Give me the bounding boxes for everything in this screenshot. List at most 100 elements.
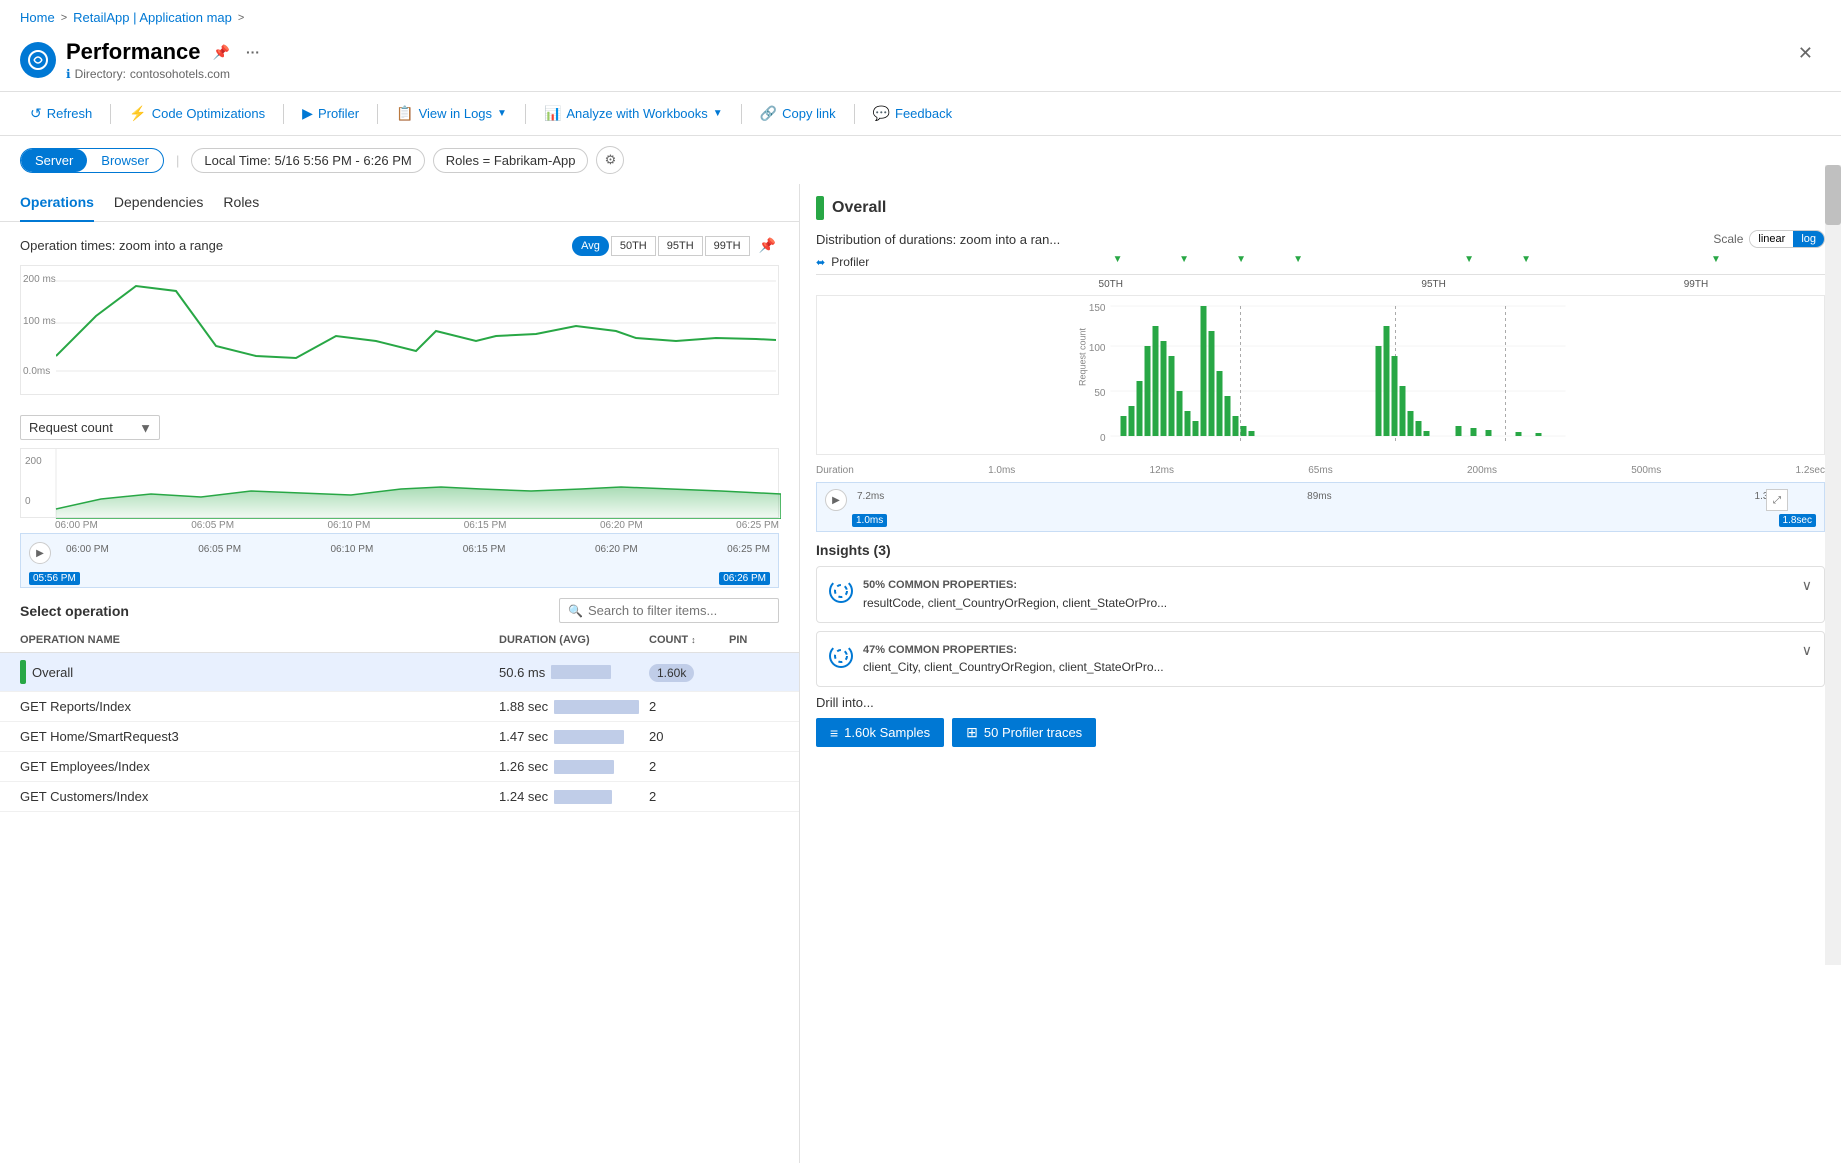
tab-roles[interactable]: Roles (223, 184, 259, 222)
p95-marker: 95TH (1421, 279, 1445, 290)
profiler-button[interactable]: ▶ Profiler (292, 100, 369, 127)
p50-btn[interactable]: 50TH (611, 236, 656, 256)
scrollbar-thumb[interactable] (1825, 165, 1841, 225)
histogram-chart: 150 100 50 0 Request count (816, 295, 1825, 455)
header-title-group: Performance 📌 ··· ℹ Directory: contosoho… (66, 39, 264, 81)
pin-icon[interactable]: 📌 (209, 40, 234, 65)
profiler-marker-7: ▼ (1711, 254, 1721, 265)
profiler-marker-6: ▼ (1521, 254, 1531, 265)
dist-title: Distribution of durations: zoom into a r… (816, 232, 1060, 247)
breadcrumb-home[interactable]: Home (20, 10, 55, 25)
header-left: Performance 📌 ··· ℹ Directory: contosoho… (20, 39, 1790, 81)
operations-tabs: Operations Dependencies Roles (0, 184, 799, 222)
dist-scrubber-time-1: 89ms (1307, 491, 1331, 502)
server-toggle-btn[interactable]: Server (21, 149, 87, 172)
dist-scrubber[interactable]: ▶ 7.2ms 89ms 1.3sec ⤢ 1.0ms 1.8sec (816, 482, 1825, 532)
duration-text-employees: 1.26 sec (499, 759, 548, 774)
samples-icon: ≡ (830, 725, 838, 741)
app-icon (20, 42, 56, 78)
samples-label: 1.60k Samples (844, 725, 930, 740)
count-customers: 2 (649, 789, 729, 804)
scale-linear-btn[interactable]: linear (1750, 231, 1793, 247)
samples-button[interactable]: ≡ 1.60k Samples (816, 718, 944, 747)
search-icon: 🔍 (568, 604, 583, 618)
chart-title: Operation times: zoom into a range (20, 238, 223, 253)
table-row-reports[interactable]: GET Reports/Index 1.88 sec 2 (0, 692, 799, 722)
profiler-label: Profiler (318, 106, 359, 121)
search-box[interactable]: 🔍 (559, 598, 779, 623)
scrubber-time-axis: 06:00 PM 06:05 PM 06:10 PM 06:15 PM 06:2… (21, 542, 778, 557)
feedback-button[interactable]: 💬 Feedback (863, 100, 963, 127)
request-count-dropdown[interactable]: Request count (20, 415, 160, 440)
tab-dependencies[interactable]: Dependencies (114, 184, 204, 222)
insight-left-2: 47% COMMON PROPERTIES: client_City, clie… (829, 642, 1164, 677)
close-icon[interactable]: ✕ (1790, 39, 1821, 68)
time-scrubber[interactable]: ▶ 06:00 PM 06:05 PM 06:10 PM 06:15 PM 06… (20, 533, 779, 588)
toolbar-sep5 (741, 104, 742, 124)
col-count-header: COUNT ↕ (649, 634, 729, 646)
insights-title: Insights (3) (816, 542, 1825, 558)
code-optimizations-button[interactable]: ⚡ Code Optimizations (119, 100, 275, 127)
dropdown-wrapper: Request count ▼ (20, 415, 160, 440)
insight-text-2: 47% COMMON PROPERTIES: client_City, clie… (863, 642, 1164, 677)
breadcrumb-sep1: > (61, 12, 67, 24)
toolbar-sep2 (283, 104, 284, 124)
view-in-logs-button[interactable]: 📋 View in Logs ▼ (386, 100, 517, 127)
op-name-employees: GET Employees/Index (20, 759, 499, 774)
svg-text:200: 200 (25, 456, 42, 467)
op-name-overall: Overall (20, 660, 499, 684)
insight-card-2[interactable]: 47% COMMON PROPERTIES: client_City, clie… (816, 631, 1825, 688)
count-sort-icon[interactable]: ↕ (691, 635, 696, 645)
col-pin-header: PIN (729, 634, 779, 646)
roles-filter-pill[interactable]: Roles = Fabrikam-App (433, 148, 589, 173)
table-row-overall[interactable]: Overall 50.6 ms 1.60k (0, 653, 799, 692)
profiler-traces-button[interactable]: ⊞ 50 Profiler traces (952, 718, 1096, 747)
table-row-employees[interactable]: GET Employees/Index 1.26 sec 2 (0, 752, 799, 782)
chart-area: Operation times: zoom into a range Avg 5… (0, 222, 799, 407)
breadcrumb-retailapp[interactable]: RetailApp | Application map (73, 10, 232, 25)
workbooks-icon: 📊 (544, 105, 561, 122)
insight-label-1: 50% COMMON PROPERTIES: (863, 577, 1167, 594)
duration-cell-overall: 50.6 ms (499, 665, 649, 680)
page-title-text: Performance (66, 39, 201, 65)
search-input[interactable] (588, 603, 758, 618)
p99-btn[interactable]: 99TH (705, 236, 750, 256)
svg-text:150: 150 (1089, 303, 1106, 314)
insight-card-1[interactable]: 50% COMMON PROPERTIES: resultCode, clien… (816, 566, 1825, 623)
copy-link-button[interactable]: 🔗 Copy link (750, 100, 846, 127)
svg-text:100: 100 (1089, 343, 1106, 354)
filter-settings-button[interactable]: ⚙ (596, 146, 624, 174)
more-icon[interactable]: ··· (242, 40, 264, 64)
duration-text-customers: 1.24 sec (499, 789, 548, 804)
dur-1ms: 1.0ms (988, 465, 1015, 476)
duration-text-reports: 1.88 sec (499, 699, 548, 714)
analyze-workbooks-button[interactable]: 📊 Analyze with Workbooks ▼ (534, 100, 733, 127)
scrubber-time-5: 06:25 PM (727, 544, 770, 555)
directory-label: Directory: (75, 67, 126, 81)
scale-log-btn[interactable]: log (1793, 231, 1824, 247)
count-employees: 2 (649, 759, 729, 774)
scale-label: Scale (1713, 232, 1743, 246)
browser-toggle-btn[interactable]: Browser (87, 149, 163, 172)
main-layout: Operations Dependencies Roles Operation … (0, 184, 1841, 1163)
dist-collapse-button[interactable]: ⤢ (1766, 489, 1788, 511)
svg-text:Request count: Request count (1078, 327, 1088, 386)
tab-operations[interactable]: Operations (20, 184, 94, 222)
duration-cell-customers: 1.24 sec (499, 789, 649, 804)
refresh-button[interactable]: ↺ Refresh (20, 100, 102, 127)
info-icon: ℹ (66, 67, 71, 81)
scrubber-time-2: 06:10 PM (330, 544, 373, 555)
avg-btn[interactable]: Avg (572, 236, 609, 256)
duration-bar-reports (554, 700, 639, 714)
profiler-marker-3: ▼ (1236, 254, 1246, 265)
pin-chart-button[interactable]: 📌 (756, 234, 779, 257)
table-row-home[interactable]: GET Home/SmartRequest3 1.47 sec 20 (0, 722, 799, 752)
p95-btn[interactable]: 95TH (658, 236, 703, 256)
code-opt-icon: ⚡ (129, 105, 146, 122)
dropdown-area: Request count ▼ (0, 407, 799, 448)
time-filter-pill[interactable]: Local Time: 5/16 5:56 PM - 6:26 PM (191, 148, 424, 173)
refresh-icon: ↺ (30, 105, 42, 122)
table-row-customers[interactable]: GET Customers/Index 1.24 sec 2 (0, 782, 799, 812)
server-browser-toggle: Server Browser (20, 148, 164, 173)
y-label-0: 0.0ms (23, 366, 50, 377)
